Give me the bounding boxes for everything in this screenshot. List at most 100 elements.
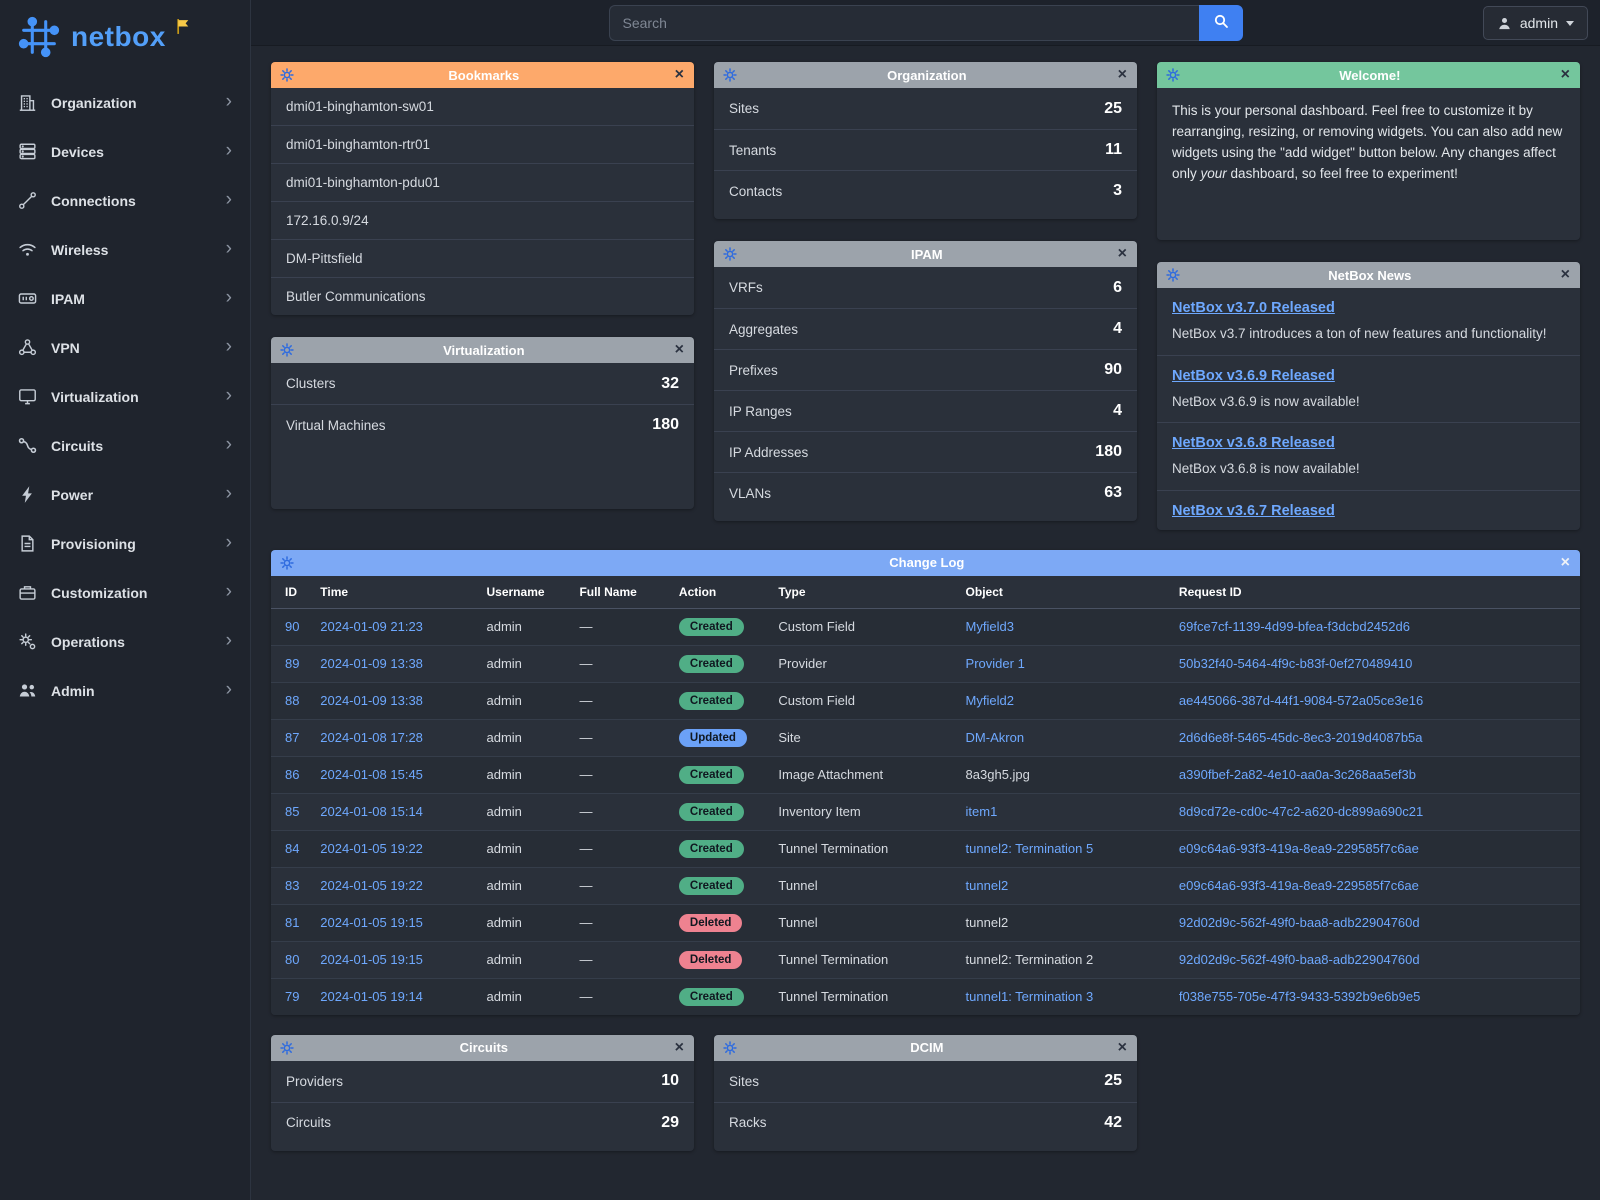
- object-link[interactable]: Myfield3: [966, 619, 1014, 634]
- request-id-link[interactable]: 50b32f40-5464-4f9c-b83f-0ef270489410: [1179, 656, 1412, 671]
- close-icon[interactable]: ×: [674, 67, 685, 83]
- changelog-id-link[interactable]: 79: [285, 989, 299, 1004]
- widget-header[interactable]: IPAM ×: [714, 241, 1137, 267]
- gear-icon[interactable]: [280, 343, 294, 357]
- object-link[interactable]: item1: [966, 804, 998, 819]
- sidebar-item-devices[interactable]: Devices›: [0, 127, 250, 176]
- changelog-time-link[interactable]: 2024-01-09 21:23: [320, 619, 423, 634]
- object-link[interactable]: Provider 1: [966, 656, 1025, 671]
- request-id-link[interactable]: 2d6d6e8f-5465-45dc-8ec3-2019d4087b5a: [1179, 730, 1423, 745]
- news-headline-link[interactable]: NetBox v3.7.0 Released: [1172, 300, 1335, 316]
- widget-header[interactable]: Change Log ×: [271, 550, 1580, 576]
- gear-icon[interactable]: [280, 68, 294, 82]
- changelog-time-link[interactable]: 2024-01-08 17:28: [320, 730, 423, 745]
- changelog-id-link[interactable]: 84: [285, 841, 299, 856]
- sidebar-item-admin[interactable]: Admin›: [0, 666, 250, 715]
- sidebar-item-organization[interactable]: Organization›: [0, 78, 250, 127]
- action-badge: Created: [679, 803, 744, 821]
- sidebar-item-connections[interactable]: Connections›: [0, 176, 250, 225]
- close-icon[interactable]: ×: [1560, 267, 1571, 283]
- user-menu-button[interactable]: admin: [1483, 6, 1588, 40]
- changelog-time-link[interactable]: 2024-01-05 19:22: [320, 878, 423, 893]
- changelog-time-link[interactable]: 2024-01-05 19:15: [320, 915, 423, 930]
- bookmark-item[interactable]: dmi01-binghamton-sw01: [271, 88, 694, 125]
- bookmark-item[interactable]: 172.16.0.9/24: [271, 201, 694, 239]
- changelog-id-link[interactable]: 81: [285, 915, 299, 930]
- request-id-link[interactable]: ae445066-387d-44f1-9084-572a05ce3e16: [1179, 693, 1423, 708]
- close-icon[interactable]: ×: [1117, 246, 1128, 262]
- widget-header[interactable]: Bookmarks ×: [271, 62, 694, 88]
- close-icon[interactable]: ×: [1117, 67, 1128, 83]
- sidebar-item-provisioning[interactable]: Provisioning›: [0, 519, 250, 568]
- request-id-link[interactable]: e09c64a6-93f3-419a-8ea9-229585f7c6ae: [1179, 841, 1419, 856]
- bookmark-item[interactable]: DM-Pittsfield: [271, 239, 694, 277]
- changelog-id-link[interactable]: 83: [285, 878, 299, 893]
- news-headline-link[interactable]: NetBox v3.6.8 Released: [1172, 435, 1335, 451]
- request-id-link[interactable]: e09c64a6-93f3-419a-8ea9-229585f7c6ae: [1179, 878, 1419, 893]
- gear-icon[interactable]: [1166, 68, 1180, 82]
- widget-header[interactable]: NetBox News ×: [1157, 262, 1580, 288]
- close-icon[interactable]: ×: [674, 1040, 685, 1056]
- object-link[interactable]: tunnel2: Termination 5: [966, 841, 1094, 856]
- sidebar-item-vpn[interactable]: VPN›: [0, 323, 250, 372]
- type-cell: Tunnel: [768, 904, 955, 941]
- gear-icon[interactable]: [1166, 268, 1180, 282]
- request-id-link[interactable]: 92d02d9c-562f-49f0-baa8-adb22904760d: [1179, 915, 1420, 930]
- changelog-time-link[interactable]: 2024-01-09 13:38: [320, 693, 423, 708]
- gear-icon[interactable]: [723, 1041, 737, 1055]
- search-input[interactable]: [609, 5, 1199, 41]
- sidebar-item-circuits[interactable]: Circuits›: [0, 421, 250, 470]
- bookmark-item[interactable]: dmi01-binghamton-rtr01: [271, 125, 694, 163]
- gear-icon[interactable]: [723, 247, 737, 261]
- changelog-time-link[interactable]: 2024-01-05 19:15: [320, 952, 423, 967]
- close-icon[interactable]: ×: [1117, 1040, 1128, 1056]
- changelog-time-link[interactable]: 2024-01-08 15:45: [320, 767, 423, 782]
- changelog-id-link[interactable]: 86: [285, 767, 299, 782]
- gear-icon[interactable]: [280, 1041, 294, 1055]
- sidebar-item-wireless[interactable]: Wireless›: [0, 225, 250, 274]
- logo-row[interactable]: netbox: [0, 0, 250, 72]
- news-headline-link[interactable]: NetBox v3.6.7 Released: [1172, 503, 1335, 519]
- changelog-id-link[interactable]: 80: [285, 952, 299, 967]
- widget-header[interactable]: Organization ×: [714, 62, 1137, 88]
- username-cell: admin: [477, 719, 570, 756]
- gear-icon[interactable]: [723, 68, 737, 82]
- close-icon[interactable]: ×: [1560, 555, 1571, 571]
- request-id-link[interactable]: 92d02d9c-562f-49f0-baa8-adb22904760d: [1179, 952, 1420, 967]
- sidebar-item-virtualization[interactable]: Virtualization›: [0, 372, 250, 421]
- request-id-link[interactable]: a390fbef-2a82-4e10-aa0a-3c268aa5ef3b: [1179, 767, 1416, 782]
- close-icon[interactable]: ×: [674, 342, 685, 358]
- changelog-time-link[interactable]: 2024-01-05 19:22: [320, 841, 423, 856]
- stat-value: 10: [661, 1072, 679, 1090]
- changelog-time-link[interactable]: 2024-01-08 15:14: [320, 804, 423, 819]
- changelog-time-link[interactable]: 2024-01-05 19:14: [320, 989, 423, 1004]
- changelog-id-link[interactable]: 88: [285, 693, 299, 708]
- changelog-time-link[interactable]: 2024-01-09 13:38: [320, 656, 423, 671]
- close-icon[interactable]: ×: [1560, 67, 1571, 83]
- gear-icon[interactable]: [280, 556, 294, 570]
- changelog-id-link[interactable]: 87: [285, 730, 299, 745]
- sidebar-item-customization[interactable]: Customization›: [0, 568, 250, 617]
- object-link[interactable]: tunnel2: [966, 878, 1009, 893]
- widget-header[interactable]: Virtualization ×: [271, 337, 694, 363]
- news-headline-link[interactable]: NetBox v3.6.9 Released: [1172, 368, 1335, 384]
- sidebar-item-ipam[interactable]: IPAM›: [0, 274, 250, 323]
- bookmark-item[interactable]: dmi01-binghamton-pdu01: [271, 163, 694, 201]
- sidebar-item-operations[interactable]: Operations›: [0, 617, 250, 666]
- sidebar-item-power[interactable]: Power›: [0, 470, 250, 519]
- changelog-id-link[interactable]: 90: [285, 619, 299, 634]
- object-link[interactable]: DM-Akron: [966, 730, 1025, 745]
- stat-value: 6: [1113, 279, 1122, 297]
- bookmark-item[interactable]: Butler Communications: [271, 277, 694, 315]
- search-button[interactable]: [1199, 5, 1243, 41]
- widget-header[interactable]: DCIM ×: [714, 1035, 1137, 1061]
- request-id-link[interactable]: 8d9cd72e-cd0c-47c2-a620-dc899a690c21: [1179, 804, 1423, 819]
- object-link[interactable]: Myfield2: [966, 693, 1014, 708]
- changelog-id-link[interactable]: 85: [285, 804, 299, 819]
- request-id-link[interactable]: f038e755-705e-47f3-9433-5392b9e6b9e5: [1179, 989, 1420, 1004]
- widget-header[interactable]: Circuits ×: [271, 1035, 694, 1061]
- widget-header[interactable]: Welcome! ×: [1157, 62, 1580, 88]
- changelog-id-link[interactable]: 89: [285, 656, 299, 671]
- object-link[interactable]: tunnel1: Termination 3: [966, 989, 1094, 1004]
- request-id-link[interactable]: 69fce7cf-1139-4d99-bfea-f3dcbd2452d6: [1179, 619, 1410, 634]
